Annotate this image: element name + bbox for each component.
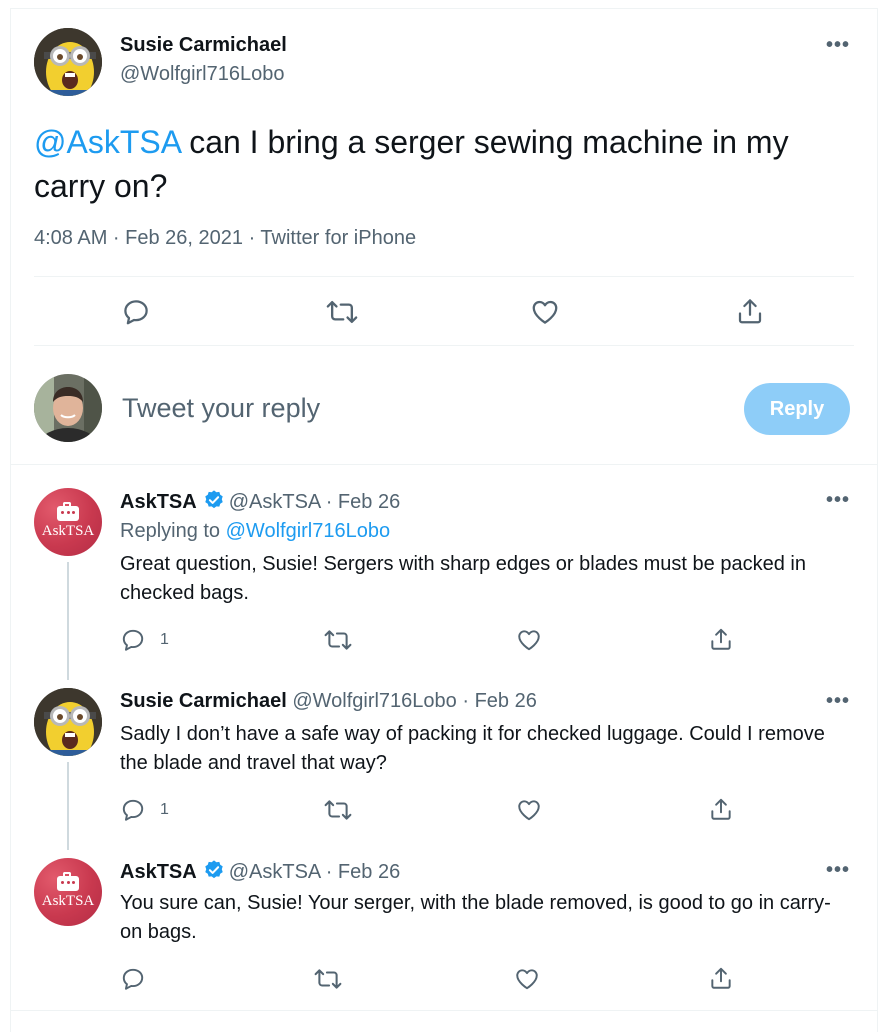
reply-icon[interactable] [121,297,151,327]
like-icon[interactable] [514,966,540,992]
avatar-label: AskTSA [41,892,95,909]
thread-line [67,762,69,850]
retweet-icon[interactable] [314,966,342,992]
author-name[interactable]: AskTSA [120,861,197,883]
reply-text: You sure can, Susie! Your serger, with t… [120,892,831,943]
tweet-timestamp[interactable]: 4:08 AM · Feb 26, 2021 · Twitter for iPh… [34,227,416,250]
more-options-icon[interactable]: ••• [826,859,850,882]
share-icon[interactable] [708,626,734,652]
verified-badge-icon [204,860,223,879]
minion-avatar-image [34,688,102,756]
tweet-date[interactable]: · Feb 26 [326,491,400,513]
verified-badge-icon [204,490,223,509]
avatar-label: AskTSA [41,522,95,539]
divider [34,345,854,346]
asktsa-avatar[interactable]: AskTSA [34,858,102,926]
like-icon[interactable] [516,627,542,653]
asktsa-avatar[interactable]: AskTSA [34,488,102,556]
reply-text: Sadly I don’t have a safe way of packing… [120,723,825,774]
reply-action[interactable]: 1 [120,797,169,823]
divider [34,276,854,277]
more-options-icon[interactable]: ••• [826,34,850,57]
reply-header: AskTSA @AskTSA · Feb 26 [120,859,400,884]
author-name[interactable]: Susie Carmichael [120,690,287,712]
more-options-icon[interactable]: ••• [826,489,850,512]
reply-count: 1 [160,801,169,818]
reply-action[interactable]: 1 [120,627,169,653]
author-handle[interactable]: @Wolfgirl716Lobo [120,63,284,86]
retweet-icon[interactable] [324,627,352,653]
reply-text: Great question, Susie! Sergers with shar… [120,553,806,604]
divider [10,1010,878,1011]
replying-to-link[interactable]: @Wolfgirl716Lobo [226,520,390,542]
reply-icon[interactable] [120,966,146,992]
reply-header: Susie Carmichael @Wolfgirl716Lobo · Feb … [120,690,537,713]
tweet-date[interactable]: · Feb 26 [462,690,536,712]
retweet-icon[interactable] [324,797,352,823]
tweet-date[interactable]: · Feb 26 [326,861,400,883]
tsa-briefcase-icon [57,501,79,521]
replying-to-label: Replying to [120,520,226,542]
mention-link[interactable]: @AskTSA [34,124,180,160]
like-icon[interactable] [516,797,542,823]
tweet-text: @AskTSA can I bring a serger sewing mach… [34,120,834,208]
author-handle[interactable]: @Wolfgirl716Lobo [292,690,456,712]
share-icon[interactable] [735,296,765,326]
minion-avatar-image [34,28,102,96]
thread-line [67,562,69,680]
more-options-icon[interactable]: ••• [826,690,850,713]
reply-icon [122,799,144,821]
reply-header: AskTSA @AskTSA · Feb 26 [120,489,400,514]
reply-count: 1 [160,631,169,648]
author-handle[interactable]: @AskTSA [229,491,320,513]
user-photo [34,374,102,442]
susie-avatar[interactable] [34,688,102,756]
reply-button[interactable]: Reply [744,383,850,435]
retweet-icon[interactable] [326,297,358,327]
author-name[interactable]: Susie Carmichael [120,34,287,57]
reply-input[interactable]: Tweet your reply [122,393,320,424]
reply-icon [122,629,144,651]
tsa-briefcase-icon [57,871,79,891]
replying-to: Replying to @Wolfgirl716Lobo [120,520,390,543]
share-icon[interactable] [708,965,734,991]
like-icon[interactable] [530,297,560,327]
share-icon[interactable] [708,796,734,822]
divider [10,464,878,465]
author-handle[interactable]: @AskTSA [229,861,320,883]
susie-avatar[interactable] [34,28,102,96]
current-user-avatar[interactable] [34,374,102,442]
author-name[interactable]: AskTSA [120,491,197,513]
